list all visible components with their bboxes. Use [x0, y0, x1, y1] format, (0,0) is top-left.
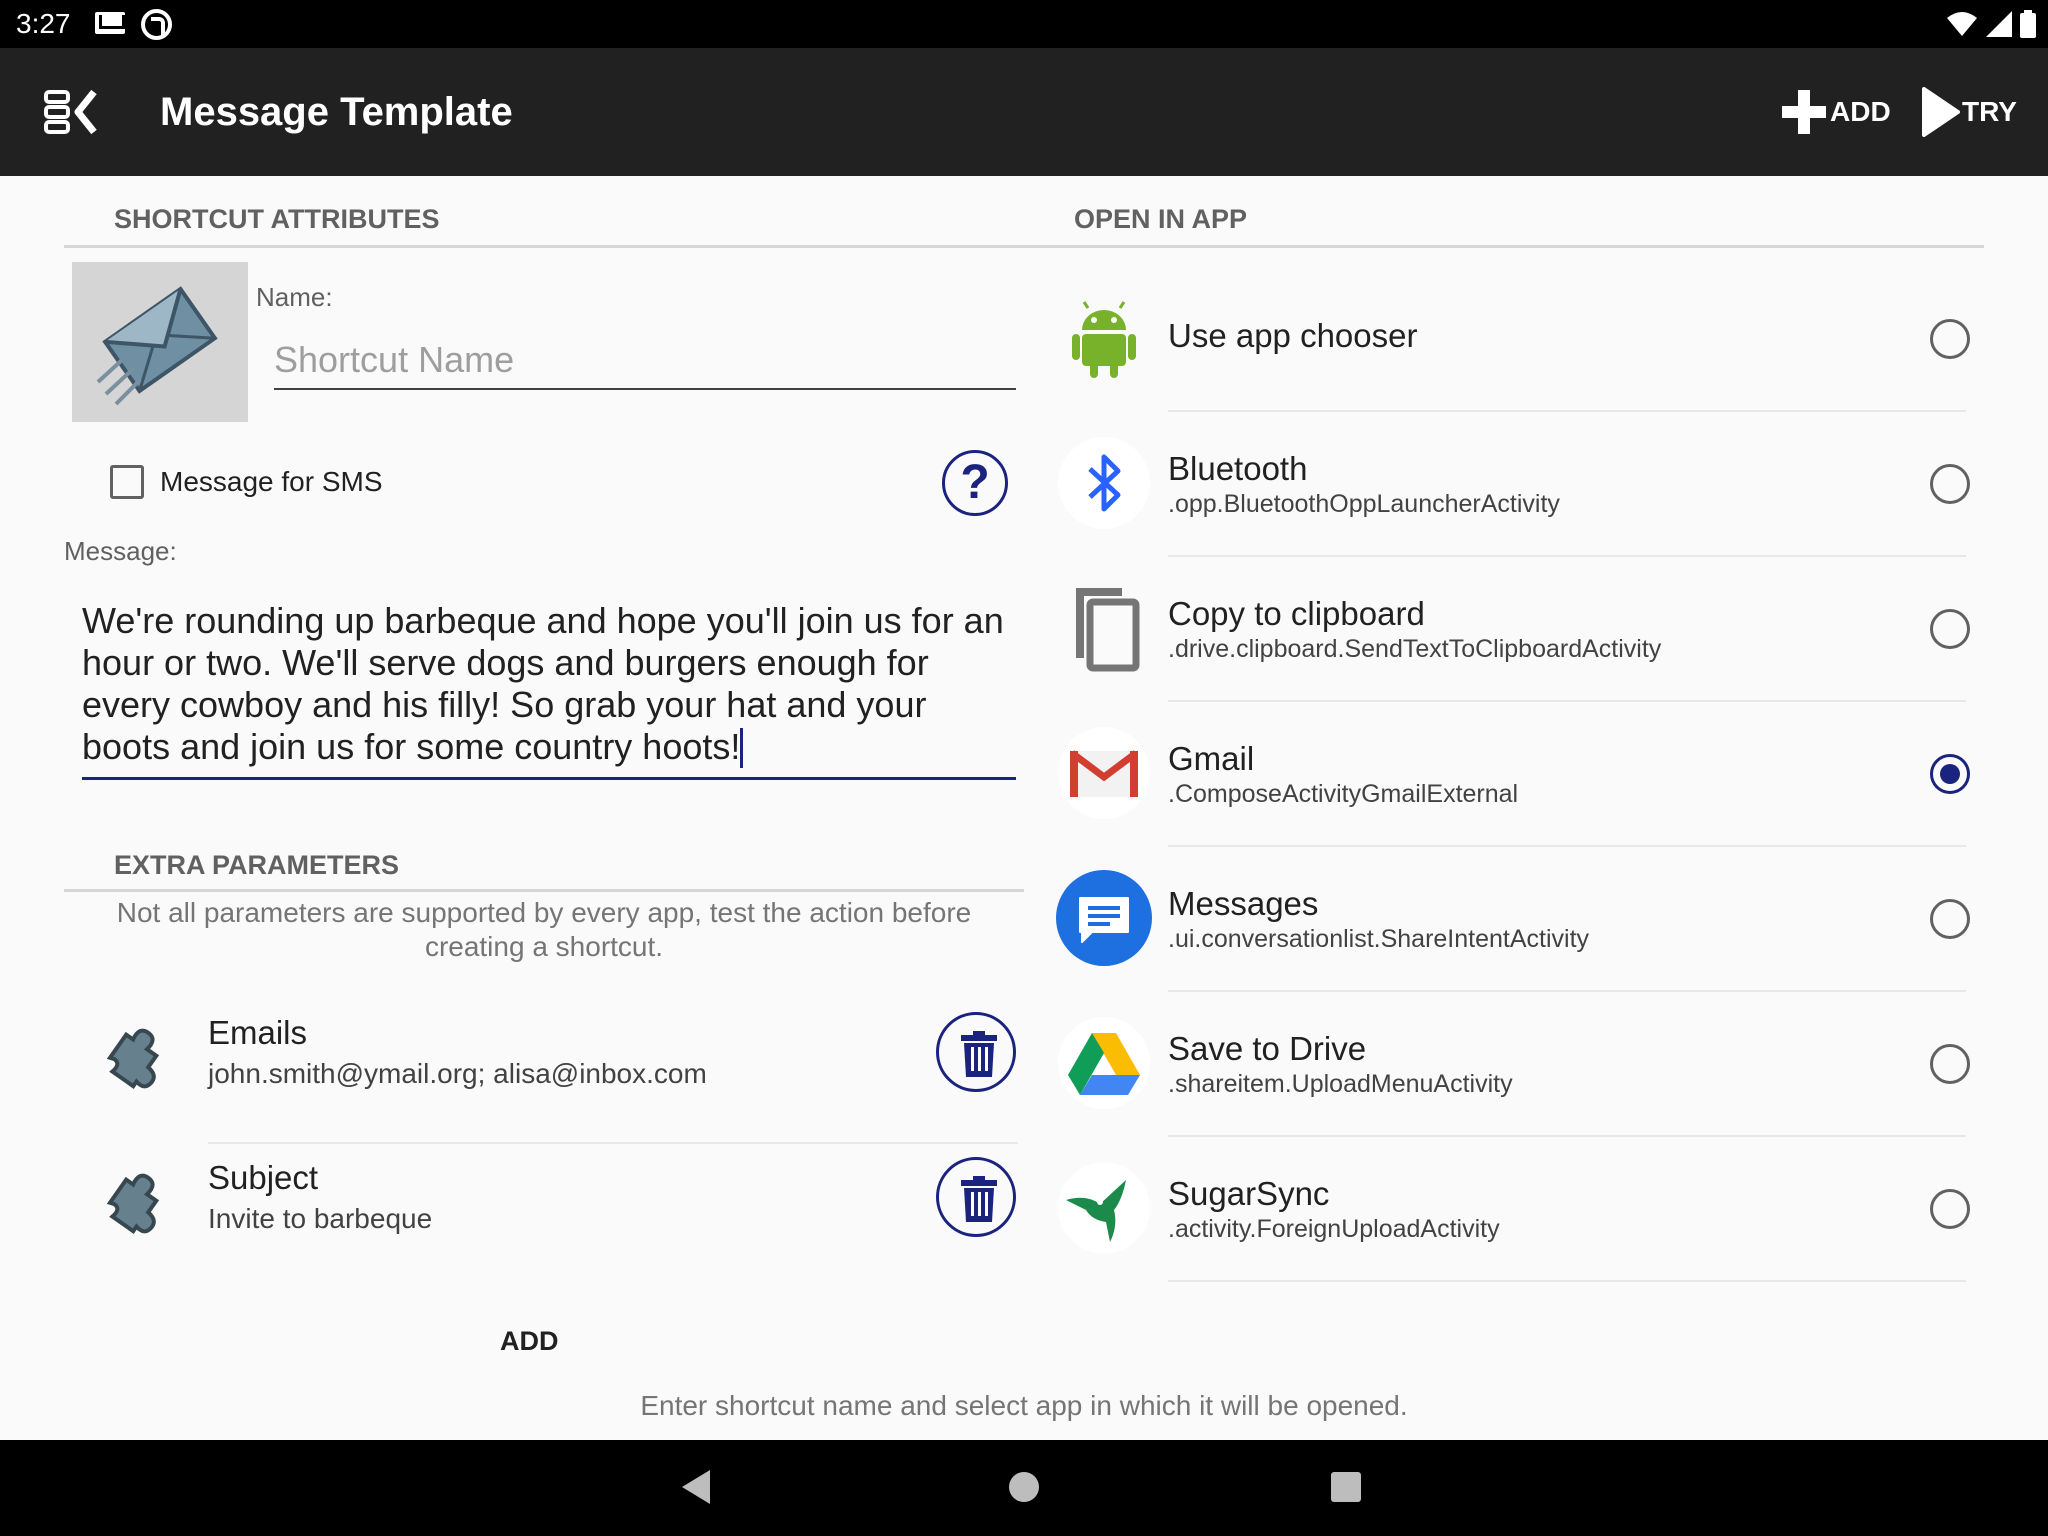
system-nav-bar	[0, 1440, 2048, 1536]
gmail-notification-icon	[95, 12, 125, 34]
param-row-subject[interactable]: Subject Invite to barbeque	[96, 1145, 1026, 1289]
app-name: Gmail	[1168, 740, 1255, 777]
app-option-gmail[interactable]: Gmail .ComposeActivityGmailExternal	[1056, 702, 1976, 847]
app-radio-selected[interactable]	[1930, 754, 1970, 794]
envelope-icon	[96, 286, 218, 406]
shortcut-icon-picker[interactable]	[72, 262, 248, 422]
wifi-icon	[1947, 12, 1978, 36]
status-time: 3:27	[16, 8, 71, 39]
extra-parameters-header: EXTRA PARAMETERS	[114, 850, 400, 880]
hint-text: Enter shortcut name and select app in wh…	[640, 1390, 1408, 1421]
sugarsync-icon	[1058, 1162, 1150, 1254]
messages-icon	[1056, 870, 1152, 966]
param-value: john.smith@ymail.org; alisa@inbox.com	[208, 1058, 707, 1089]
clipboard-icon	[1076, 588, 1140, 672]
puzzle-icon	[106, 1028, 160, 1089]
status-bar: 3:27	[0, 0, 2048, 48]
param-name: Emails	[208, 1014, 308, 1051]
sms-checkbox[interactable]	[110, 465, 144, 499]
section-divider	[64, 245, 1024, 248]
shortcut-name-input[interactable]	[274, 332, 1016, 390]
app-option-drive[interactable]: Save to Drive .shareitem.UploadMenuActiv…	[1056, 992, 1976, 1137]
app-toolbar: Message Template ADD TRY	[0, 48, 2048, 176]
recents-icon[interactable]	[1331, 1472, 1361, 1502]
home-icon[interactable]	[1009, 1472, 1039, 1502]
back-icon[interactable]	[682, 1470, 710, 1504]
section-divider	[64, 889, 1024, 892]
page-title: Message Template	[160, 90, 513, 134]
add-parameter-button[interactable]: ADD	[500, 1326, 559, 1357]
name-label: Name:	[256, 282, 333, 312]
param-name: Subject	[208, 1159, 319, 1196]
app-activity: .shareitem.UploadMenuActivity	[1168, 1070, 1513, 1098]
param-value: Invite to barbeque	[208, 1203, 433, 1234]
row-divider	[1168, 1280, 1966, 1282]
app-activity: .drive.clipboard.SendTextToClipboardActi…	[1168, 635, 1662, 663]
play-icon	[1922, 87, 1960, 137]
open-in-app-header: OPEN IN APP	[1074, 204, 1248, 234]
app-option-chooser[interactable]: Use app chooser	[1056, 267, 1976, 412]
app-activity: .ui.conversationlist.ShareIntentActivity	[1168, 925, 1590, 953]
gmail-icon	[1058, 727, 1150, 819]
try-button[interactable]: TRY	[1920, 86, 2017, 138]
delete-param-button[interactable]	[936, 1012, 1016, 1092]
trash-icon	[961, 1031, 997, 1077]
collapse-menu-icon[interactable]	[44, 88, 100, 136]
app-activity: .ComposeActivityGmailExternal	[1168, 780, 1519, 808]
delete-param-button[interactable]	[936, 1157, 1016, 1237]
app-name: Copy to clipboard	[1168, 595, 1425, 632]
battery-icon	[2020, 10, 2036, 38]
app-radio[interactable]	[1930, 1044, 1970, 1084]
message-text: We're rounding up barbeque and hope you'…	[82, 600, 1014, 767]
add-shortcut-button[interactable]: ADD	[1780, 86, 1891, 138]
message-input[interactable]: We're rounding up barbeque and hope you'…	[82, 600, 1016, 780]
add-shortcut-label: ADD	[1830, 96, 1891, 127]
row-divider	[208, 1142, 1018, 1144]
sync-notification-icon	[141, 9, 172, 40]
sms-checkbox-label[interactable]: Message for SMS	[160, 466, 383, 498]
android-icon	[1072, 301, 1136, 378]
app-option-messages[interactable]: Messages .ui.conversationlist.ShareInten…	[1056, 847, 1976, 992]
param-row-emails[interactable]: Emails john.smith@ymail.org; alisa@inbox…	[96, 1000, 1026, 1144]
try-label: TRY	[1962, 96, 2017, 127]
app-option-sugarsync[interactable]: SugarSync .activity.ForeignUploadActivit…	[1056, 1137, 1976, 1282]
text-cursor	[740, 728, 744, 768]
extra-parameters-note: Not all parameters are supported by ever…	[116, 897, 972, 962]
app-radio[interactable]	[1930, 319, 1970, 359]
drive-icon	[1058, 1017, 1150, 1109]
app-radio[interactable]	[1930, 464, 1970, 504]
app-option-clipboard[interactable]: Copy to clipboard .drive.clipboard.SendT…	[1056, 557, 1976, 702]
plus-icon	[1782, 90, 1826, 134]
bluetooth-icon	[1058, 437, 1150, 529]
app-name: Bluetooth	[1168, 450, 1308, 487]
help-button[interactable]: ?	[942, 450, 1008, 516]
app-name: Use app chooser	[1168, 317, 1418, 354]
signal-icon	[1985, 11, 2012, 37]
app-radio[interactable]	[1930, 609, 1970, 649]
status-icons	[1943, 10, 2036, 38]
trash-icon	[961, 1176, 997, 1222]
message-label: Message:	[64, 536, 177, 566]
app-activity: .activity.ForeignUploadActivity	[1168, 1215, 1500, 1243]
section-divider	[1024, 245, 1984, 248]
app-option-bluetooth[interactable]: Bluetooth .opp.BluetoothOppLauncherActiv…	[1056, 412, 1976, 557]
puzzle-icon	[106, 1173, 160, 1234]
app-radio[interactable]	[1930, 899, 1970, 939]
app-radio[interactable]	[1930, 1189, 1970, 1229]
app-name: SugarSync	[1168, 1175, 1330, 1212]
shortcut-attributes-header: SHORTCUT ATTRIBUTES	[114, 204, 440, 234]
app-activity: .opp.BluetoothOppLauncherActivity	[1168, 490, 1560, 518]
app-name: Save to Drive	[1168, 1030, 1367, 1067]
app-name: Messages	[1168, 885, 1319, 922]
